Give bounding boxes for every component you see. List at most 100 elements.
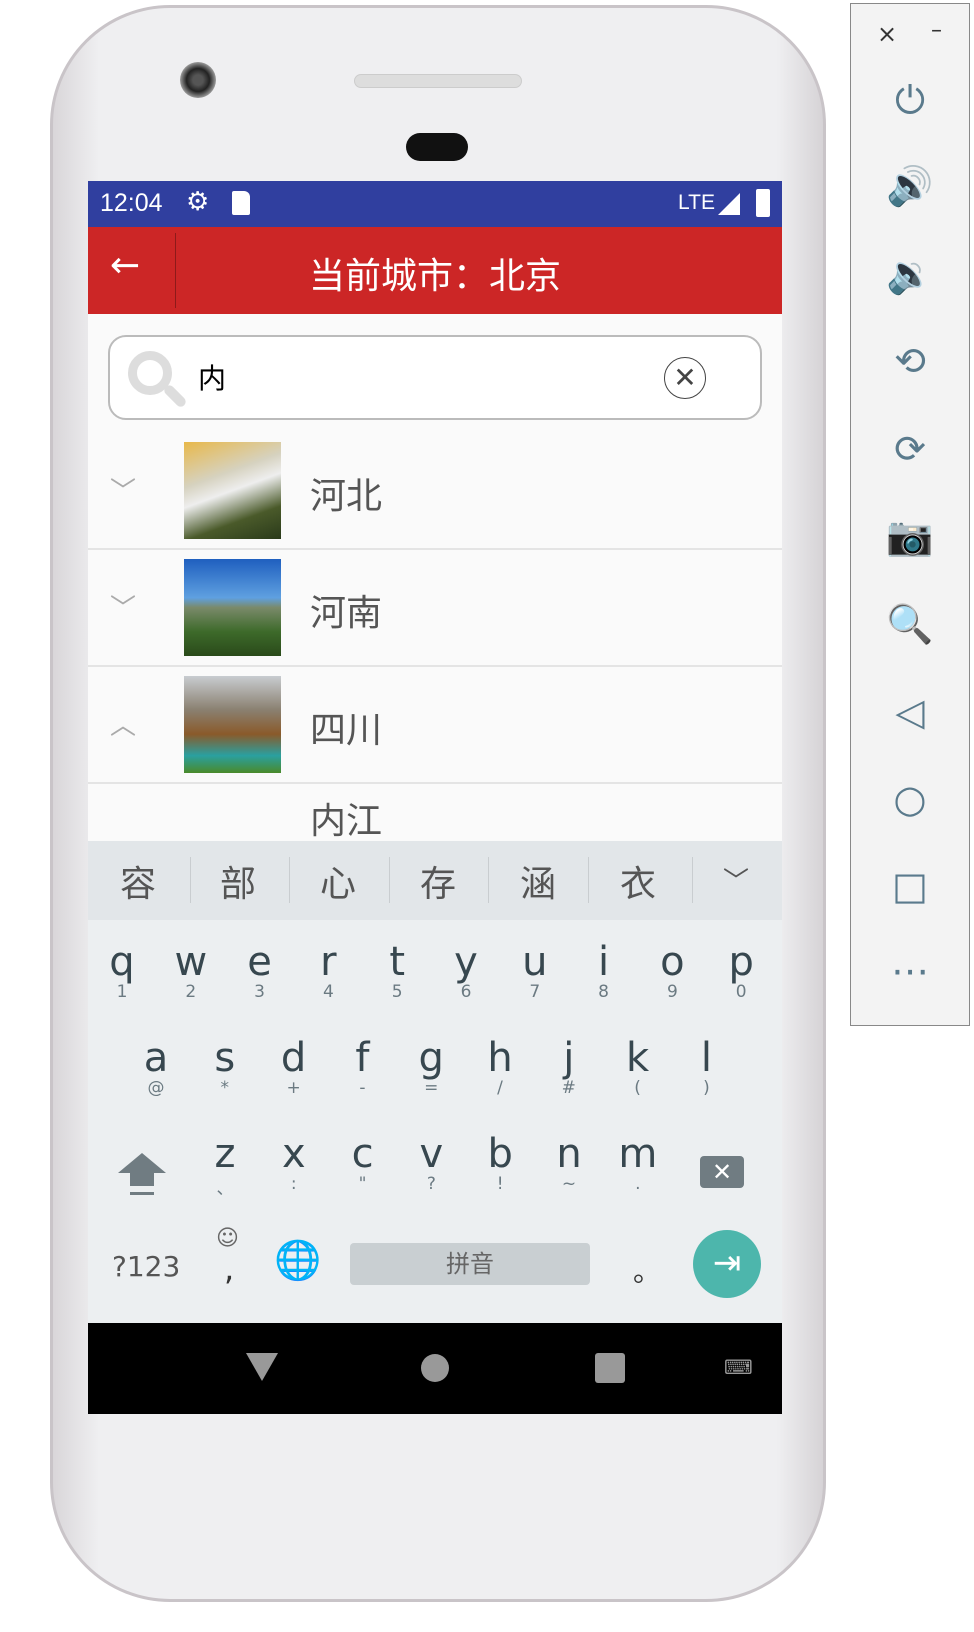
volume-down-icon[interactable]: 🔉 [851,252,969,297]
overview-icon[interactable]: □ [851,864,969,908]
keyboard-switch-icon[interactable]: ⌨ [724,1355,753,1379]
status-bar: 12:04 ⚙ LTE [88,181,782,227]
candidate[interactable]: 衣 [588,855,688,907]
city-item[interactable]: 内江 [88,784,782,844]
rotate-left-icon[interactable]: ⟲ [851,339,969,383]
key-p[interactable]: p0 [707,940,775,1002]
key-h[interactable]: h / [466,1036,534,1098]
globe-icon[interactable]: 🌐 [274,1238,321,1283]
key-v[interactable]: v? [397,1132,465,1194]
camera-icon[interactable]: 📷 [851,514,969,559]
backspace-icon[interactable]: ✕ [700,1156,744,1188]
symbols-key[interactable]: ?123 [112,1250,180,1283]
key-f[interactable]: f- [328,1036,396,1098]
key-x[interactable]: x: [260,1132,328,1194]
space-key[interactable]: 拼音 [350,1243,590,1285]
key-c[interactable]: c " [329,1132,397,1194]
home-icon[interactable] [421,1354,449,1382]
key-letter: d [280,1035,307,1081]
page-title: 当前城市：北京 [308,256,561,297]
comma-key[interactable]: , [224,1250,234,1288]
list-item[interactable]: ﹀ 河北 [88,433,782,550]
key-e[interactable]: e3 [226,940,294,1002]
magnifier-handle [162,383,188,409]
search-input[interactable] [198,355,638,399]
key-w[interactable]: w2 [157,940,225,1002]
key-hint: ( [634,1078,641,1098]
candidate[interactable]: 部 [188,855,288,907]
proximity-sensor [406,133,468,161]
key-i[interactable]: i8 [570,940,638,1002]
enter-key[interactable]: ⇥ [693,1230,761,1298]
chevron-down-icon[interactable]: ﹀ [110,588,136,625]
key-letter: x [281,1131,306,1177]
soft-keyboard: ✕ ?123 ☺ , 🌐 拼音 。 ⇥ q1w2e3r4t5y6u7i8o9p0… [88,920,782,1323]
key-hint: 4 [322,982,334,1002]
key-k[interactable]: k( [604,1036,672,1098]
key-hint: + [286,1078,301,1098]
back-icon[interactable] [246,1353,278,1381]
chevron-down-icon[interactable]: ﹀ [110,471,136,508]
key-letter: o [660,939,685,985]
emoji-icon[interactable]: ☺ [216,1226,239,1251]
key-hint: @ [147,1078,165,1098]
key-u[interactable]: u7 [501,940,569,1002]
key-letter: h [487,1035,513,1081]
period-key[interactable]: 。 [633,1250,661,1290]
key-letter: e [247,939,272,985]
clear-circle-icon[interactable]: ✕ [664,357,706,399]
key-letter: s [214,1035,236,1081]
search-box: ✕ [108,335,762,420]
key-r[interactable]: r4 [294,940,362,1002]
candidate[interactable]: 存 [388,855,488,907]
key-letter: i [598,939,610,985]
minimize-icon[interactable]: – [931,18,942,43]
city-name: 内江 [310,801,383,842]
key-hint: 3 [254,982,265,1002]
zoom-icon[interactable]: 🔍 [851,602,969,647]
shift-icon-underline [130,1192,154,1195]
key-hint: 5 [391,982,403,1002]
key-letter: k [626,1035,650,1081]
list-item[interactable]: ﹀ 河南 [88,550,782,667]
key-hint: 0 [735,982,747,1002]
power-icon[interactable]: ⏻ [851,78,969,123]
key-q[interactable]: q1 [88,940,156,1002]
key-y[interactable]: y6 [432,940,500,1002]
more-icon[interactable]: ⋯ [851,949,969,993]
key-a[interactable]: a @ [122,1036,190,1098]
candidate[interactable]: 心 [288,855,388,907]
key-b[interactable]: b! [466,1132,534,1194]
home-icon[interactable]: ○ [851,777,969,821]
key-g[interactable]: g = [397,1036,465,1098]
chevron-up-icon[interactable]: ︿ [110,705,136,742]
toolbar: ← 当前城市：北京 [88,227,782,314]
volume-up-icon[interactable]: 🔊 [851,164,969,209]
key-s[interactable]: s * [191,1036,259,1098]
key-letter: z [214,1131,236,1177]
candidate[interactable]: 容 [88,855,188,907]
key-l[interactable]: l) [672,1036,740,1098]
shift-icon[interactable] [118,1153,166,1173]
key-hint: ! [496,1174,504,1194]
back-icon[interactable]: ◁ [851,690,969,734]
close-icon[interactable]: × [877,20,897,48]
key-z[interactable]: z、 [191,1132,259,1199]
key-d[interactable]: d + [260,1036,328,1098]
key-hint: " [358,1174,367,1194]
shift-icon-stem [130,1172,154,1186]
rotate-right-icon[interactable]: ⟳ [851,427,969,471]
list-item[interactable]: ︿ 四川 [88,667,782,784]
key-hint: 1 [116,982,128,1002]
key-n[interactable]: n ~ [535,1132,603,1194]
key-j[interactable]: j # [535,1036,603,1098]
candidate[interactable]: 涵 [488,855,588,907]
key-hint: 、 [216,1179,234,1199]
chevron-down-icon[interactable]: ﹀ [686,861,782,898]
key-m[interactable]: m. [604,1132,672,1194]
key-letter: q [109,939,135,985]
recents-icon[interactable] [595,1353,625,1383]
key-t[interactable]: t5 [363,940,431,1002]
key-o[interactable]: o9 [638,940,706,1002]
key-hint: 8 [598,982,609,1002]
